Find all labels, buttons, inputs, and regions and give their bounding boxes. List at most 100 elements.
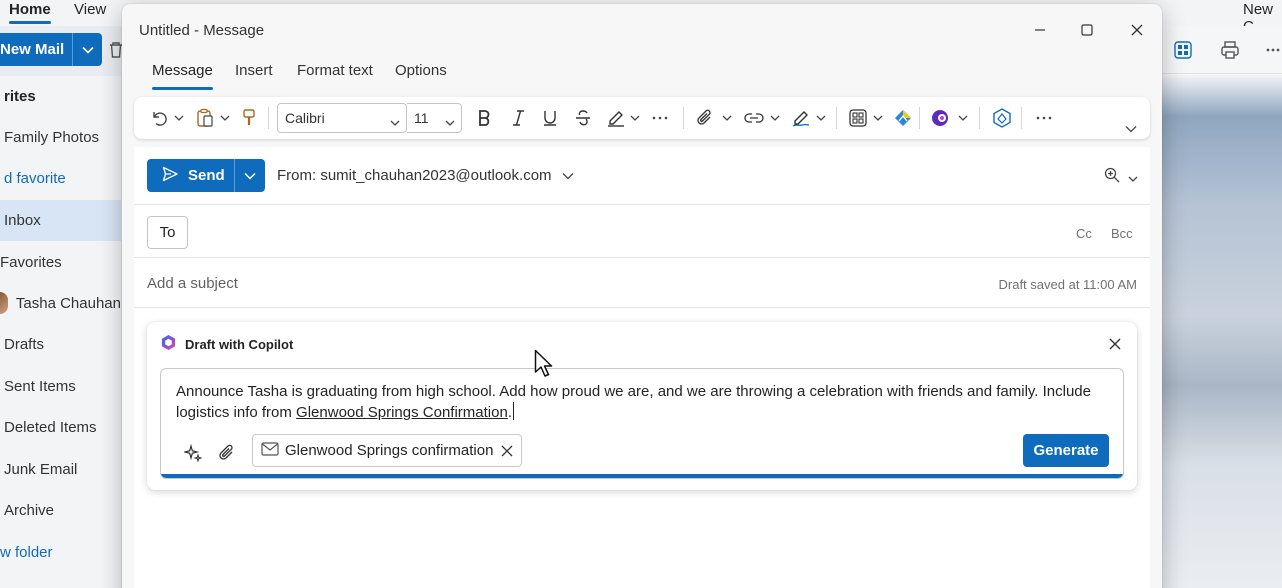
sidebar-label: Family Photos: [4, 128, 100, 146]
minimize-icon[interactable]: [1025, 18, 1055, 42]
format-painter-icon[interactable]: [242, 106, 256, 130]
avatar: [0, 292, 8, 314]
paste-icon[interactable]: [196, 106, 214, 130]
close-icon[interactable]: [1122, 18, 1152, 42]
compose-card: Send From: sumit_chauhan2023@outlook.com…: [134, 147, 1150, 588]
expand-ribbon-icon[interactable]: [1125, 117, 1137, 141]
print-icon[interactable]: [1220, 40, 1240, 60]
chip-label: Glenwood Springs confirmation: [285, 442, 494, 459]
copilot-title: Draft with Copilot: [185, 336, 294, 352]
underline-icon[interactable]: [542, 106, 558, 130]
chevron-down-icon[interactable]: [816, 106, 826, 130]
from-selector[interactable]: From: sumit_chauhan2023@outlook.com: [277, 167, 574, 184]
sidebar-item-junk-email[interactable]: Junk Email: [0, 449, 121, 489]
zoom-icon: [1104, 167, 1120, 186]
chevron-down-icon: [1128, 169, 1138, 185]
tab-message[interactable]: Message: [152, 62, 213, 90]
copilot-icon: [160, 334, 177, 354]
toolbar-divider: [1021, 107, 1022, 129]
attached-email-chip[interactable]: Glenwood Springs confirmation: [252, 434, 522, 467]
sparkle-icon[interactable]: [182, 442, 204, 464]
send-button[interactable]: Send: [147, 159, 265, 192]
delete-icon[interactable]: [108, 40, 122, 60]
formatting-ribbon: Calibri 11: [134, 97, 1150, 139]
favorites-header[interactable]: rites: [0, 76, 121, 116]
chevron-down-icon[interactable]: [873, 106, 883, 130]
chevron-down-icon[interactable]: [73, 46, 102, 54]
prompt-reference-link[interactable]: Glenwood Springs Confirmation: [296, 404, 508, 421]
chevron-down-icon: [562, 167, 574, 184]
reading-pane-background: [1162, 26, 1282, 588]
sidebar-item-family-photos[interactable]: Family Photos: [0, 117, 121, 157]
bold-icon[interactable]: [476, 106, 492, 130]
sidebar-item-deleted-items[interactable]: Deleted Items: [0, 407, 121, 447]
chevron-down-icon[interactable]: [722, 106, 732, 130]
signature-icon[interactable]: [791, 106, 811, 130]
designer-icon[interactable]: [992, 106, 1012, 130]
sidebar-label: d favorite: [4, 169, 66, 187]
zoom-control[interactable]: [1104, 167, 1138, 186]
attach-icon[interactable]: [216, 442, 238, 464]
maximize-icon[interactable]: [1072, 18, 1102, 42]
attach-file-icon[interactable]: [696, 106, 714, 130]
to-button[interactable]: To: [147, 216, 188, 249]
tab-format-text[interactable]: Format text: [297, 62, 373, 79]
more-formatting-icon[interactable]: [652, 106, 668, 130]
new-folder-link[interactable]: w folder: [0, 532, 121, 572]
sidebar-label: Archive: [4, 501, 55, 519]
view-tab[interactable]: View: [74, 1, 106, 18]
folder-pane: rites Family Photos d favorite Inbox Fav…: [0, 76, 121, 588]
divider: [134, 204, 1150, 205]
sidebar-item-sent-items[interactable]: Sent Items: [0, 366, 121, 406]
copilot-prompt-box[interactable]: Announce Tasha is graduating from high s…: [160, 368, 1124, 479]
draft-saved-status: Draft saved at 11:00 AM: [998, 277, 1138, 292]
copilot-draft-panel: Draft with Copilot Announce Tasha is gra…: [147, 322, 1137, 490]
send-icon: [162, 166, 178, 186]
more-options-icon[interactable]: [1265, 40, 1282, 60]
font-size-select[interactable]: 11: [407, 103, 462, 133]
chevron-down-icon[interactable]: [235, 172, 265, 180]
home-tab[interactable]: Home: [9, 1, 51, 24]
sensitivity-icon[interactable]: [894, 106, 912, 130]
sidebar-item-inbox[interactable]: Inbox: [0, 200, 121, 241]
highlight-icon[interactable]: [606, 106, 626, 130]
copilot-prompt-input[interactable]: Announce Tasha is graduating from high s…: [176, 381, 1106, 423]
chevron-down-icon[interactable]: [220, 106, 230, 130]
sidebar-item-favorites[interactable]: Favorites: [0, 242, 121, 282]
chevron-down-icon[interactable]: [958, 106, 968, 130]
close-icon[interactable]: [501, 444, 513, 461]
sidebar-item-drafts[interactable]: Drafts: [0, 324, 121, 364]
apps-grid-icon[interactable]: [1173, 40, 1193, 60]
more-actions-icon[interactable]: [1036, 106, 1052, 130]
chevron-down-icon[interactable]: [630, 106, 640, 130]
bcc-button[interactable]: Bcc: [1111, 226, 1133, 241]
generate-button[interactable]: Generate: [1023, 434, 1109, 467]
italic-icon[interactable]: [510, 106, 526, 130]
toolbar-divider: [268, 107, 269, 129]
chevron-down-icon[interactable]: [770, 106, 780, 130]
toolbar-divider: [836, 107, 837, 129]
sidebar-label: rites: [4, 87, 36, 105]
chevron-down-icon: [390, 113, 400, 129]
compose-window: Untitled - Message Message Insert Format…: [122, 4, 1162, 588]
window-title: Untitled - Message: [139, 22, 265, 39]
undo-icon[interactable]: [150, 106, 168, 130]
strikethrough-icon[interactable]: [575, 106, 591, 130]
tab-options[interactable]: Options: [395, 62, 447, 79]
sidebar-label: Favorites: [0, 253, 62, 271]
chevron-down-icon[interactable]: [174, 106, 184, 130]
sidebar-item-archive[interactable]: Archive: [0, 490, 121, 530]
send-main[interactable]: Send: [147, 159, 234, 192]
link-icon[interactable]: [744, 106, 764, 130]
tab-insert[interactable]: Insert: [235, 62, 273, 79]
sidebar-item-tasha-chauhan[interactable]: Tasha Chauhan: [0, 283, 121, 323]
cc-button[interactable]: Cc: [1076, 226, 1092, 241]
loop-icon[interactable]: [931, 106, 951, 130]
new-mail-button[interactable]: New Mail: [0, 33, 102, 66]
sidebar-label: Junk Email: [4, 460, 78, 478]
add-favorite-link[interactable]: d favorite: [0, 158, 121, 198]
close-icon[interactable]: [1109, 337, 1121, 353]
apps-icon[interactable]: [849, 106, 867, 130]
subject-input[interactable]: Add a subject: [147, 275, 238, 292]
font-family-select[interactable]: Calibri: [277, 103, 407, 133]
